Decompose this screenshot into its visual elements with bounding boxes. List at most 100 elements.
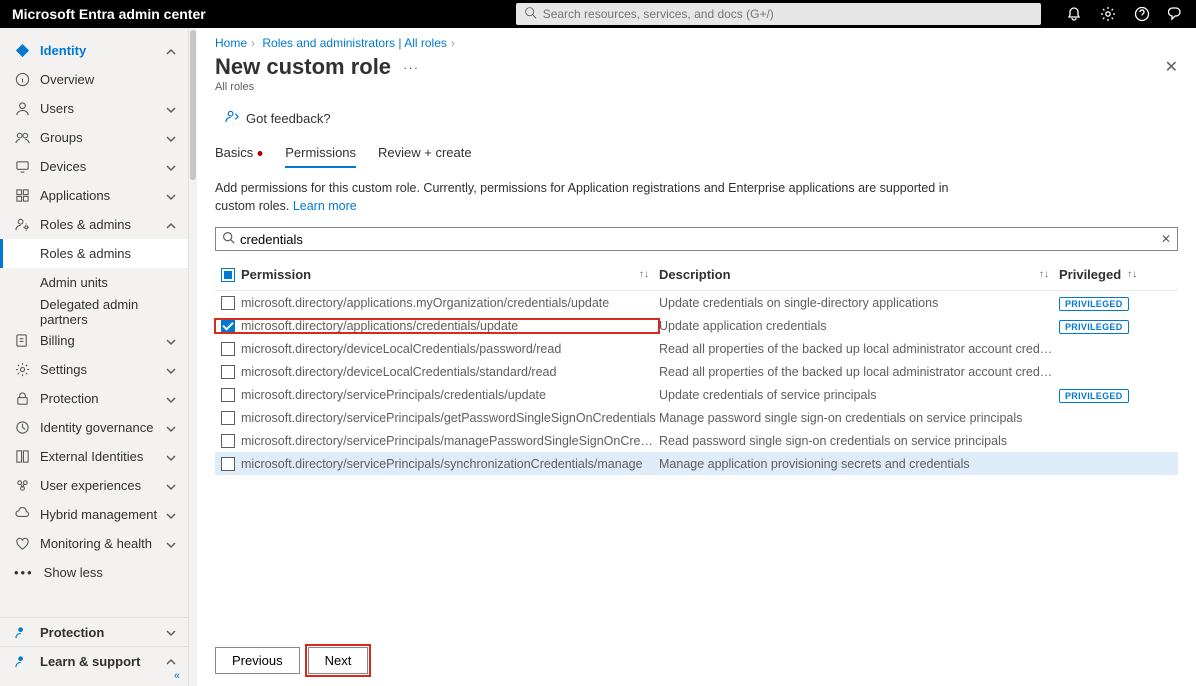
previous-button[interactable]: Previous — [215, 647, 300, 674]
tab-basics[interactable]: Basics • — [215, 141, 263, 168]
nav-devices[interactable]: Devices — [0, 152, 188, 181]
global-search[interactable] — [516, 3, 1041, 25]
diamond-icon — [14, 43, 30, 59]
row-checkbox[interactable] — [221, 411, 235, 425]
row-checkbox[interactable] — [221, 296, 235, 310]
brand: Microsoft Entra admin center — [12, 6, 206, 22]
tab-review[interactable]: Review + create — [378, 141, 472, 168]
nav-settings[interactable]: Settings — [0, 355, 188, 384]
table-row[interactable]: microsoft.directory/deviceLocalCredentia… — [215, 337, 1178, 360]
chevron-down-icon — [166, 364, 178, 376]
feedback-link[interactable]: Got feedback? — [225, 109, 1178, 127]
page-title: New custom role — [215, 54, 391, 80]
nav-learn[interactable]: Learn & support — [0, 646, 188, 675]
nav-show-less[interactable]: •••Show less — [0, 558, 188, 587]
feedback-icon[interactable] — [1168, 6, 1184, 22]
next-button[interactable]: Next — [308, 647, 369, 674]
row-checkbox[interactable] — [221, 365, 235, 379]
billing-icon — [14, 333, 30, 349]
row-permission: microsoft.directory/deviceLocalCredentia… — [241, 342, 659, 356]
nav-identity-gov[interactable]: Identity governance — [0, 413, 188, 442]
nav-roles-admins[interactable]: Roles & admins — [0, 210, 188, 239]
global-search-input[interactable] — [543, 7, 1033, 21]
row-permission: microsoft.directory/servicePrincipals/sy… — [241, 457, 659, 471]
close-icon[interactable]: ✕ — [1165, 57, 1178, 77]
nav-users[interactable]: Users — [0, 94, 188, 123]
device-icon — [14, 159, 30, 175]
sort-icon[interactable]: ↑↓ — [1039, 269, 1049, 280]
chevron-up-icon — [166, 219, 178, 231]
person-icon — [225, 109, 240, 127]
row-checkbox[interactable] — [221, 434, 235, 448]
nav-overview[interactable]: Overview — [0, 65, 188, 94]
nav-delegated[interactable]: Delegated admin partners — [0, 297, 188, 326]
permission-search-input[interactable] — [240, 232, 1161, 247]
permission-search[interactable]: ✕ — [215, 227, 1178, 251]
nav-roles-admins-sub[interactable]: Roles & admins — [0, 239, 188, 268]
chevron-down-icon — [166, 626, 178, 638]
breadcrumb-mid[interactable]: Roles and administrators | All roles — [262, 36, 447, 50]
gear-icon[interactable] — [1100, 6, 1116, 22]
gear-icon — [14, 362, 30, 378]
table-row[interactable]: microsoft.directory/deviceLocalCredentia… — [215, 360, 1178, 383]
nav-groups[interactable]: Groups — [0, 123, 188, 152]
col-permission[interactable]: Permission — [241, 267, 311, 282]
breadcrumb-home[interactable]: Home — [215, 36, 247, 50]
nav-protection[interactable]: Protection — [0, 384, 188, 413]
nav-scrollbar[interactable] — [189, 28, 197, 686]
learn-icon — [14, 653, 30, 669]
table-row[interactable]: microsoft.directory/servicePrincipals/sy… — [215, 452, 1178, 475]
nav-identity[interactable]: Identity — [0, 36, 188, 65]
row-checkbox[interactable] — [221, 388, 235, 402]
table-row[interactable]: microsoft.directory/applications/credent… — [215, 314, 1178, 337]
row-permission: microsoft.directory/servicePrincipals/ge… — [241, 411, 659, 425]
clear-icon[interactable]: ✕ — [1161, 232, 1171, 246]
user-icon — [14, 101, 30, 117]
nav-collapse[interactable]: « — [174, 670, 180, 682]
table-row[interactable]: microsoft.directory/servicePrincipals/ma… — [215, 429, 1178, 452]
table-row[interactable]: microsoft.directory/servicePrincipals/ge… — [215, 406, 1178, 429]
bell-icon[interactable] — [1066, 6, 1082, 22]
sort-icon[interactable]: ↑↓ — [1127, 269, 1137, 280]
help-icon[interactable] — [1134, 6, 1150, 22]
admin-icon — [14, 217, 30, 233]
nav-external[interactable]: External Identities — [0, 442, 188, 471]
more-actions[interactable]: ··· — [403, 60, 419, 75]
chevron-down-icon — [166, 190, 178, 202]
row-checkbox[interactable] — [221, 342, 235, 356]
col-privileged[interactable]: Privileged — [1059, 267, 1121, 282]
nav-monitoring[interactable]: Monitoring & health — [0, 529, 188, 558]
main-content: Home› Roles and administrators | All rol… — [197, 28, 1196, 686]
row-permission: microsoft.directory/applications/credent… — [241, 319, 659, 333]
col-description[interactable]: Description — [659, 267, 731, 282]
nav-billing[interactable]: Billing — [0, 326, 188, 355]
row-permission: microsoft.directory/servicePrincipals/ma… — [241, 434, 659, 448]
row-permission: microsoft.directory/deviceLocalCredentia… — [241, 365, 659, 379]
row-privileged: PRIVILEGED — [1059, 388, 1147, 402]
row-checkbox[interactable] — [221, 319, 235, 333]
row-description: Update credentials of service principals — [659, 388, 1059, 402]
sort-icon[interactable]: ↑↓ — [639, 269, 649, 280]
chevron-up-icon — [166, 655, 178, 667]
apps-icon — [14, 188, 30, 204]
nav-protection-section[interactable]: Protection — [0, 617, 188, 646]
footer-buttons: Previous Next — [215, 635, 1178, 674]
breadcrumb: Home› Roles and administrators | All rol… — [215, 36, 1178, 50]
hybrid-icon — [14, 507, 30, 523]
table-row[interactable]: microsoft.directory/applications.myOrgan… — [215, 291, 1178, 314]
chevron-down-icon — [166, 393, 178, 405]
table-row[interactable]: microsoft.directory/servicePrincipals/cr… — [215, 383, 1178, 406]
nav-admin-units[interactable]: Admin units — [0, 268, 188, 297]
userexp-icon — [14, 478, 30, 494]
topbar: Microsoft Entra admin center — [0, 0, 1196, 28]
tab-permissions[interactable]: Permissions — [285, 141, 356, 168]
learn-more-link[interactable]: Learn more — [293, 199, 357, 213]
external-icon — [14, 449, 30, 465]
row-checkbox[interactable] — [221, 457, 235, 471]
row-description: Update application credentials — [659, 319, 1059, 333]
nav-applications[interactable]: Applications — [0, 181, 188, 210]
chevron-down-icon — [166, 132, 178, 144]
nav-user-exp[interactable]: User experiences — [0, 471, 188, 500]
nav-hybrid[interactable]: Hybrid management — [0, 500, 188, 529]
select-all-checkbox[interactable] — [221, 268, 235, 282]
